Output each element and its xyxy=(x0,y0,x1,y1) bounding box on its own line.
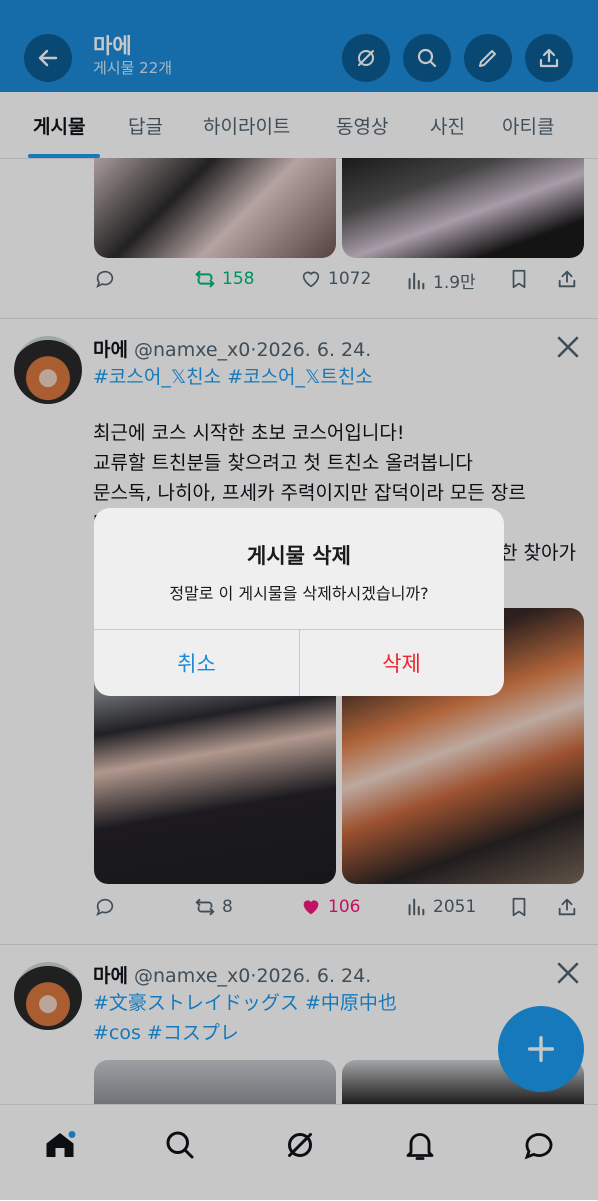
delete-button[interactable]: 삭제 xyxy=(299,629,504,696)
delete-post-dialog: 게시물 삭제 정말로 이 게시물을 삭제하시겠습니까? 취소 삭제 xyxy=(94,508,504,696)
dialog-message: 정말로 이 게시물을 삭제하시겠습니까? xyxy=(169,584,429,603)
cancel-button[interactable]: 취소 xyxy=(94,629,299,696)
dialog-title: 게시물 삭제 xyxy=(247,544,351,568)
